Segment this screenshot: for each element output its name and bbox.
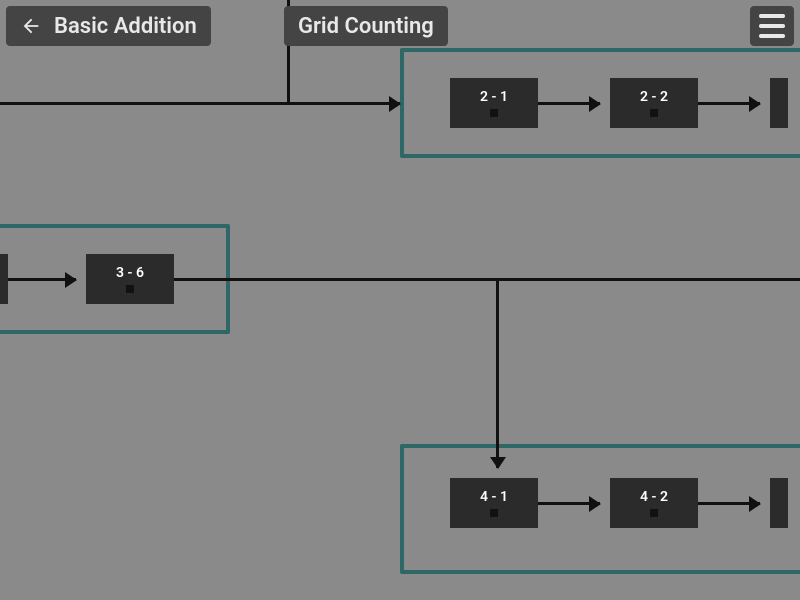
graph-node[interactable] [0, 254, 8, 304]
node-label: 4 - 2 [640, 489, 668, 505]
hamburger-icon [759, 24, 785, 28]
arrow-left-icon [20, 15, 42, 37]
graph-node[interactable]: 3 - 6 [86, 254, 174, 304]
node-status-icon [490, 509, 498, 517]
section-title: Grid Counting [284, 6, 448, 46]
node-label: 4 - 1 [480, 489, 508, 505]
edge-arrow [496, 278, 499, 468]
edge-arrow [698, 502, 760, 505]
edge-arrow [0, 102, 400, 105]
graph-node[interactable]: 4 - 2 [610, 478, 698, 528]
graph-node[interactable]: 2 - 2 [610, 78, 698, 128]
node-label: 3 - 6 [116, 265, 144, 281]
edge-arrow [698, 102, 760, 105]
graph-node[interactable] [770, 78, 788, 128]
section-title-label: Grid Counting [298, 14, 434, 39]
node-status-icon [650, 509, 658, 517]
back-label: Basic Addition [54, 14, 197, 39]
node-status-icon [490, 109, 498, 117]
back-button[interactable]: Basic Addition [6, 6, 211, 46]
node-label: 2 - 2 [640, 89, 668, 105]
edge-arrow [8, 278, 76, 281]
hamburger-icon [759, 34, 785, 38]
node-status-icon [126, 285, 134, 293]
edge-arrow [538, 502, 600, 505]
menu-button[interactable] [750, 6, 794, 46]
diagram-canvas[interactable]: 2 - 1 2 - 2 3 - 6 4 - 1 4 - 2 Basic Addition… [0, 0, 800, 600]
edge-line [174, 278, 800, 281]
node-status-icon [650, 109, 658, 117]
node-label: 2 - 1 [480, 89, 508, 105]
hamburger-icon [759, 14, 785, 18]
edge-arrow [538, 102, 600, 105]
graph-node[interactable]: 4 - 1 [450, 478, 538, 528]
graph-node[interactable] [770, 478, 788, 528]
graph-node[interactable]: 2 - 1 [450, 78, 538, 128]
